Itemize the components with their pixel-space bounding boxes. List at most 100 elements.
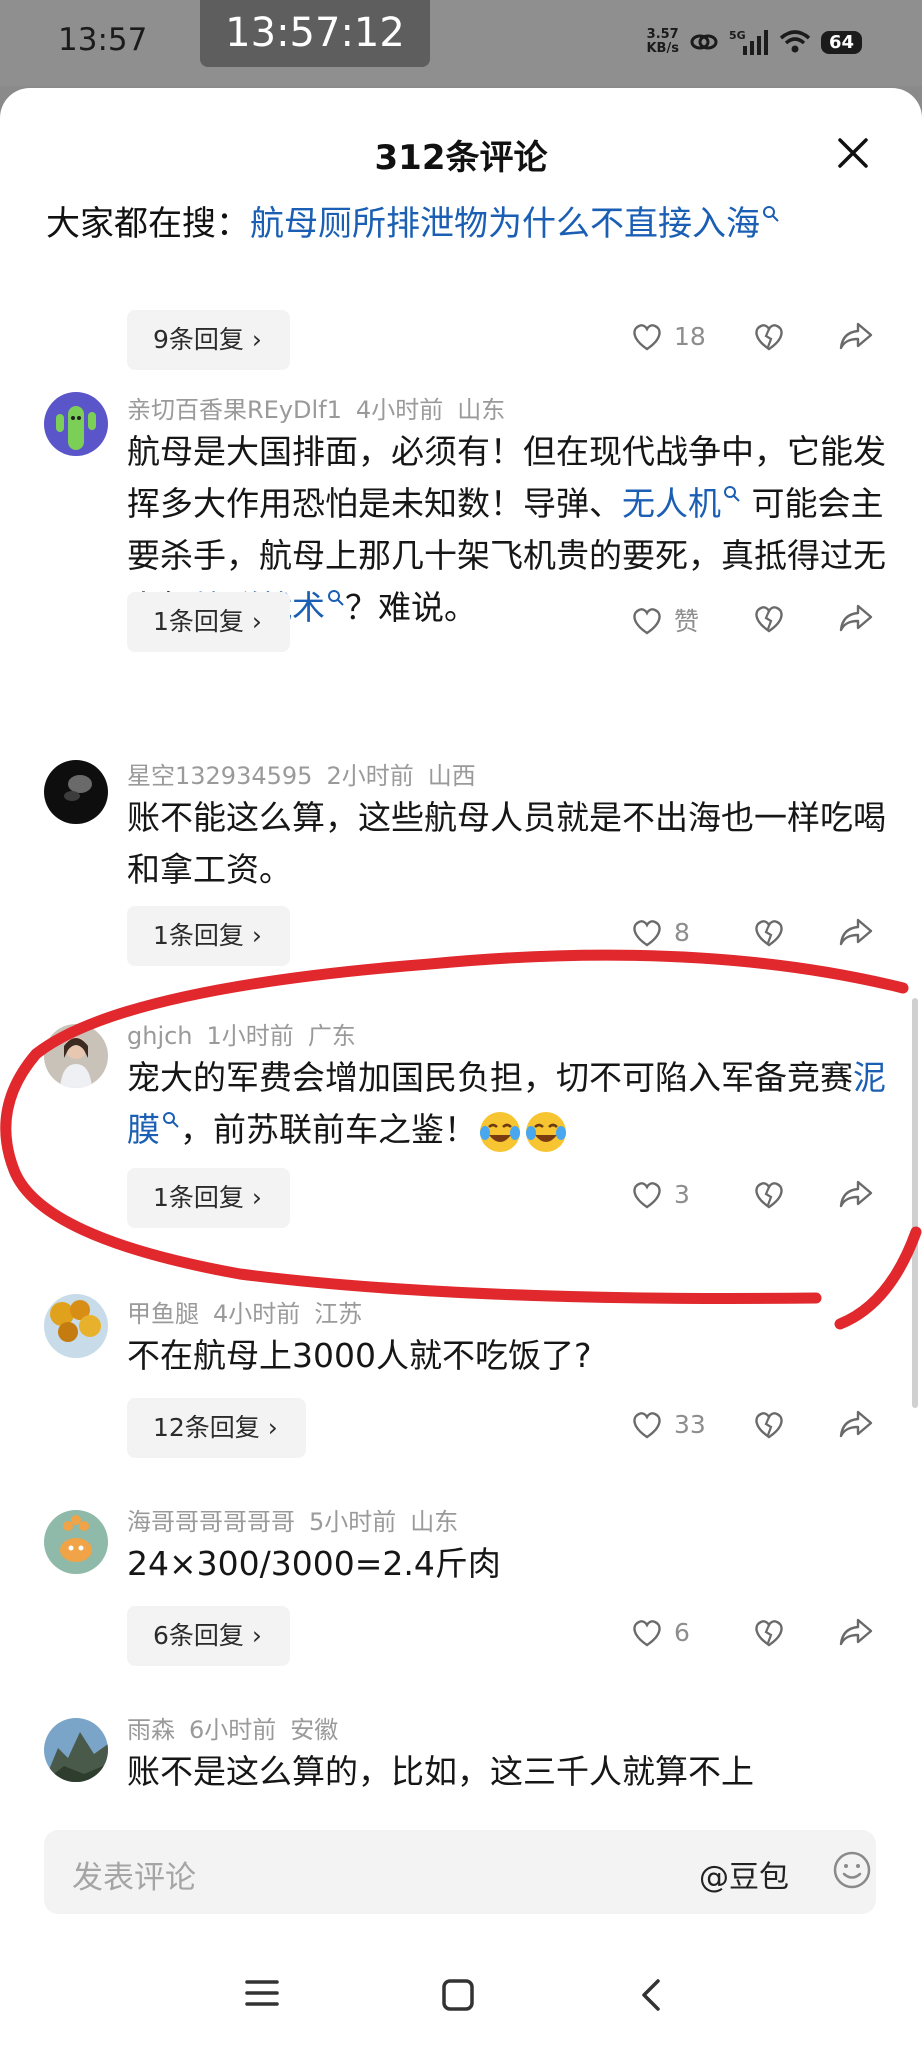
overlay-clock: 13:57:12	[200, 0, 430, 67]
comments-sheet: 312条评论 大家都在搜：航母厕所排泄物为什么不直接入海 9条回复 › 18 亲…	[0, 88, 922, 2048]
hotspot-icon	[690, 34, 718, 50]
avatar[interactable]	[44, 1718, 108, 1782]
username[interactable]: 海哥哥哥哥哥哥	[127, 1508, 295, 1536]
svg-text:5G: 5G	[729, 29, 746, 42]
username[interactable]: 甲鱼腿	[127, 1300, 199, 1328]
comment-meta: 星空132934595 2小时前 山西	[127, 756, 490, 791]
crying-laughing-emoji	[526, 1111, 566, 1152]
comment-region: 广东	[307, 1022, 356, 1050]
like-count: 18	[674, 321, 706, 351]
like-button[interactable]: 8	[630, 916, 690, 948]
heart-icon	[633, 1620, 661, 1647]
share-icon[interactable]	[838, 916, 874, 948]
view-replies-button[interactable]: 1条回复 ›	[127, 1168, 290, 1228]
comment-region: 山东	[457, 396, 506, 424]
share-icon[interactable]	[838, 1178, 874, 1210]
comment-text: 账不能这么算，这些航母人员就是不出海也一样吃喝和拿工资。	[127, 798, 886, 889]
share-icon[interactable]	[838, 1408, 874, 1440]
like-count: 6	[674, 1617, 690, 1647]
comment-time: 1小时前	[206, 1022, 294, 1050]
sheet-title: 312条评论	[374, 138, 548, 178]
menu-icon[interactable]	[244, 1978, 280, 2008]
search-icon	[328, 590, 344, 606]
heart-icon	[633, 920, 661, 947]
comments-list[interactable]: 312条评论 大家都在搜：航母厕所排泄物为什么不直接入海 9条回复 › 18 亲…	[0, 88, 922, 1810]
search-icon	[163, 1112, 179, 1128]
wifi-icon	[779, 30, 811, 53]
comment-actions: 18	[620, 318, 890, 362]
like-button[interactable]: 18	[630, 320, 706, 352]
share-icon[interactable]	[838, 602, 874, 634]
username[interactable]: ghjch	[127, 1022, 193, 1050]
like-count: 8	[674, 917, 690, 947]
comment-text: 不在航母上3000人就不吃饭了?	[127, 1336, 592, 1375]
comment-region: 安徽	[290, 1716, 339, 1744]
like-count: 赞	[674, 607, 700, 636]
comment-text: 宠大的军费会增加国民负担，切不可陷入军备竞赛泥膜 ，前苏联前车之鉴！	[127, 1052, 887, 1156]
comment-time: 2小时前	[326, 762, 414, 790]
comment-text: 24×300/3000=2.4斤肉	[127, 1544, 501, 1583]
navigation-bar	[0, 1950, 922, 2048]
crying-laughing-emoji	[480, 1111, 520, 1152]
avatar[interactable]	[44, 392, 108, 456]
avatar[interactable]	[44, 1024, 108, 1088]
like-button[interactable]: 6	[630, 1616, 690, 1648]
comment-input[interactable]: 发表评论 @豆包	[44, 1830, 876, 1914]
avatar[interactable]	[44, 760, 108, 824]
comment-time: 5小时前	[309, 1508, 397, 1536]
scrollbar[interactable]	[912, 998, 918, 1408]
like-button[interactable]: 33	[630, 1408, 706, 1440]
like-button[interactable]: 3	[630, 1178, 690, 1210]
comment-meta: 海哥哥哥哥哥哥 5小时前 山东	[127, 1502, 472, 1537]
status-icons: 3.57 KB/s 5G 64	[646, 22, 862, 62]
broken-heart-icon[interactable]	[752, 1616, 786, 1648]
username[interactable]: 雨森	[127, 1716, 175, 1744]
trending-search-link[interactable]: 航母厕所排泄物为什么不直接入海	[250, 204, 780, 244]
broken-heart-icon[interactable]	[752, 1178, 786, 1210]
view-replies-button[interactable]: 1条回复 ›	[127, 906, 290, 966]
like-count: 33	[674, 1409, 706, 1439]
view-replies-button[interactable]: 6条回复 ›	[127, 1606, 290, 1666]
comment-actions: 8	[620, 914, 890, 958]
comment-meta: 雨森 6小时前 安徽	[127, 1710, 352, 1745]
comment-time: 4小时前	[355, 396, 444, 424]
heart-icon	[633, 324, 661, 351]
comment-region: 山东	[410, 1508, 459, 1536]
view-replies-button[interactable]: 12条回复 ›	[127, 1398, 306, 1458]
comment-region: 山西	[427, 762, 476, 790]
comment-input-placeholder: 发表评论	[72, 1860, 196, 1896]
avatar[interactable]	[44, 1294, 108, 1358]
home-icon[interactable]	[441, 1978, 475, 2012]
net-speed: 3.57 KB/s	[646, 27, 679, 56]
username[interactable]: 星空132934595	[127, 762, 312, 790]
comment-actions: 赞	[620, 600, 890, 644]
share-icon[interactable]	[838, 320, 874, 352]
broken-heart-icon[interactable]	[752, 602, 786, 634]
close-icon[interactable]	[828, 128, 878, 178]
comment-region: 江苏	[314, 1300, 363, 1328]
smile-icon[interactable]	[832, 1850, 872, 1890]
view-replies-button[interactable]: 1条回复 ›	[127, 592, 290, 652]
back-icon[interactable]	[638, 1978, 664, 2012]
like-count: 3	[674, 1179, 690, 1209]
heart-icon	[633, 608, 661, 635]
avatar[interactable]	[44, 1510, 108, 1574]
battery-indicator: 64	[820, 30, 862, 54]
status-bar: 13:57 13:57:12 3.57 KB/s 5G 64	[0, 0, 922, 86]
heart-icon	[633, 1182, 661, 1209]
comment-meta: 亲切百香果REyDlf1 4小时前 山东	[127, 390, 519, 425]
comment-time: 4小时前	[213, 1300, 301, 1328]
keyword-link[interactable]: 无人机	[622, 484, 741, 523]
signal-icon: 5G	[729, 29, 768, 55]
mention-button[interactable]: @豆包	[699, 1852, 789, 1896]
broken-heart-icon[interactable]	[752, 916, 786, 948]
username[interactable]: 亲切百香果REyDlf1	[127, 396, 342, 424]
share-icon[interactable]	[838, 1616, 874, 1648]
broken-heart-icon[interactable]	[752, 1408, 786, 1440]
view-replies-button[interactable]: 9条回复 ›	[127, 310, 290, 370]
like-button[interactable]: 赞	[630, 602, 699, 638]
heart-icon	[633, 1412, 661, 1439]
broken-heart-icon[interactable]	[752, 320, 786, 352]
trending-prefix: 大家都在搜：	[46, 204, 250, 244]
search-icon	[763, 205, 779, 222]
